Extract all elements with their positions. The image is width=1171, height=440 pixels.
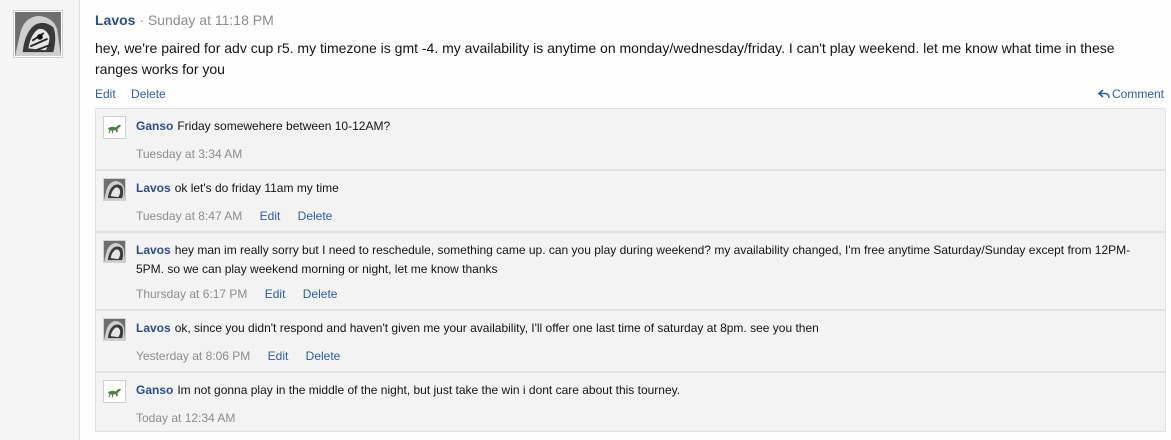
reply-arrow-icon	[1097, 88, 1110, 99]
comment-author[interactable]: Ganso	[136, 119, 173, 133]
comment-meta: Today at 12:34 AM	[136, 411, 249, 425]
comment-button[interactable]: Comment	[1097, 87, 1164, 101]
comment-item: Ganso Friday somewehere between 10-12AM? …	[95, 108, 1166, 170]
post-timestamp[interactable]: Sunday at 11:18 PM	[148, 12, 274, 28]
comment-author[interactable]: Lavos	[136, 243, 171, 257]
comment-body: hey man im really sorry but I need to re…	[136, 243, 1131, 276]
comment-text: Lavos ok, since you didn't respond and ha…	[136, 319, 1156, 338]
delete-button[interactable]: Delete	[303, 287, 338, 301]
edit-button[interactable]: Edit	[260, 209, 281, 223]
comment-body: Im not gonna play in the middle of the n…	[177, 383, 681, 397]
comment-text: Ganso Im not gonna play in the middle of …	[136, 381, 1156, 400]
post-author[interactable]: Lavos	[95, 12, 135, 28]
comment-timestamp[interactable]: Today at 12:34 AM	[136, 411, 235, 425]
lavos-avatar-icon[interactable]	[103, 240, 126, 263]
comment-item: Lavos ok let's do friday 11am my time Tue…	[95, 170, 1166, 232]
post-body: hey, we're paired for adv cup r5. my tim…	[95, 40, 1115, 77]
comment-timestamp[interactable]: Thursday at 6:17 PM	[136, 287, 247, 301]
comment-meta: Tuesday at 3:34 AM	[136, 147, 256, 161]
comment-timestamp[interactable]: Tuesday at 8:47 AM	[136, 209, 242, 223]
lavos-avatar-icon[interactable]	[103, 318, 126, 341]
comment-meta: Tuesday at 8:47 AM Edit Delete	[136, 209, 346, 223]
comment-text: Ganso Friday somewehere between 10-12AM?	[136, 117, 1156, 136]
edit-button[interactable]: Edit	[95, 87, 116, 101]
comment-timestamp[interactable]: Tuesday at 3:34 AM	[136, 147, 242, 161]
comment-item: Lavos hey man im really sorry but I need …	[95, 232, 1166, 310]
comment-item: Ganso Im not gonna play in the middle of …	[95, 372, 1166, 432]
comment-body: Friday somewehere between 10-12AM?	[177, 119, 391, 133]
edit-button[interactable]: Edit	[268, 349, 289, 363]
comment-author[interactable]: Lavos	[136, 181, 171, 195]
meta-separator: ·	[139, 12, 145, 28]
avatar-gutter	[0, 0, 80, 440]
lavos-avatar-icon[interactable]	[103, 178, 126, 201]
comment-author[interactable]: Lavos	[136, 321, 171, 335]
comment-body: ok, since you didn't respond and haven't…	[174, 321, 819, 335]
comment-author[interactable]: Ganso	[136, 383, 173, 397]
comment-button-label: Comment	[1111, 87, 1164, 101]
comment-text: Lavos hey man im really sorry but I need …	[136, 241, 1156, 279]
post-actions: Edit Delete	[95, 87, 178, 101]
comment-text: Lavos ok let's do friday 11am my time	[136, 179, 1156, 198]
ganso-avatar-icon[interactable]	[103, 380, 126, 403]
post-header: Lavos · Sunday at 11:18 PM	[95, 12, 274, 28]
comment-meta: Yesterday at 8:06 PM Edit Delete	[136, 349, 354, 363]
comment-item: Lavos ok, since you didn't respond and ha…	[95, 310, 1166, 372]
edit-button[interactable]: Edit	[265, 287, 286, 301]
lavos-avatar-icon[interactable]	[13, 10, 63, 58]
delete-button[interactable]: Delete	[131, 87, 166, 101]
comment-timestamp[interactable]: Yesterday at 8:06 PM	[136, 349, 250, 363]
comment-body: ok let's do friday 11am my time	[174, 181, 339, 195]
ganso-avatar-icon[interactable]	[103, 116, 126, 139]
delete-button[interactable]: Delete	[306, 349, 341, 363]
delete-button[interactable]: Delete	[298, 209, 333, 223]
comment-meta: Thursday at 6:17 PM Edit Delete	[136, 287, 351, 301]
